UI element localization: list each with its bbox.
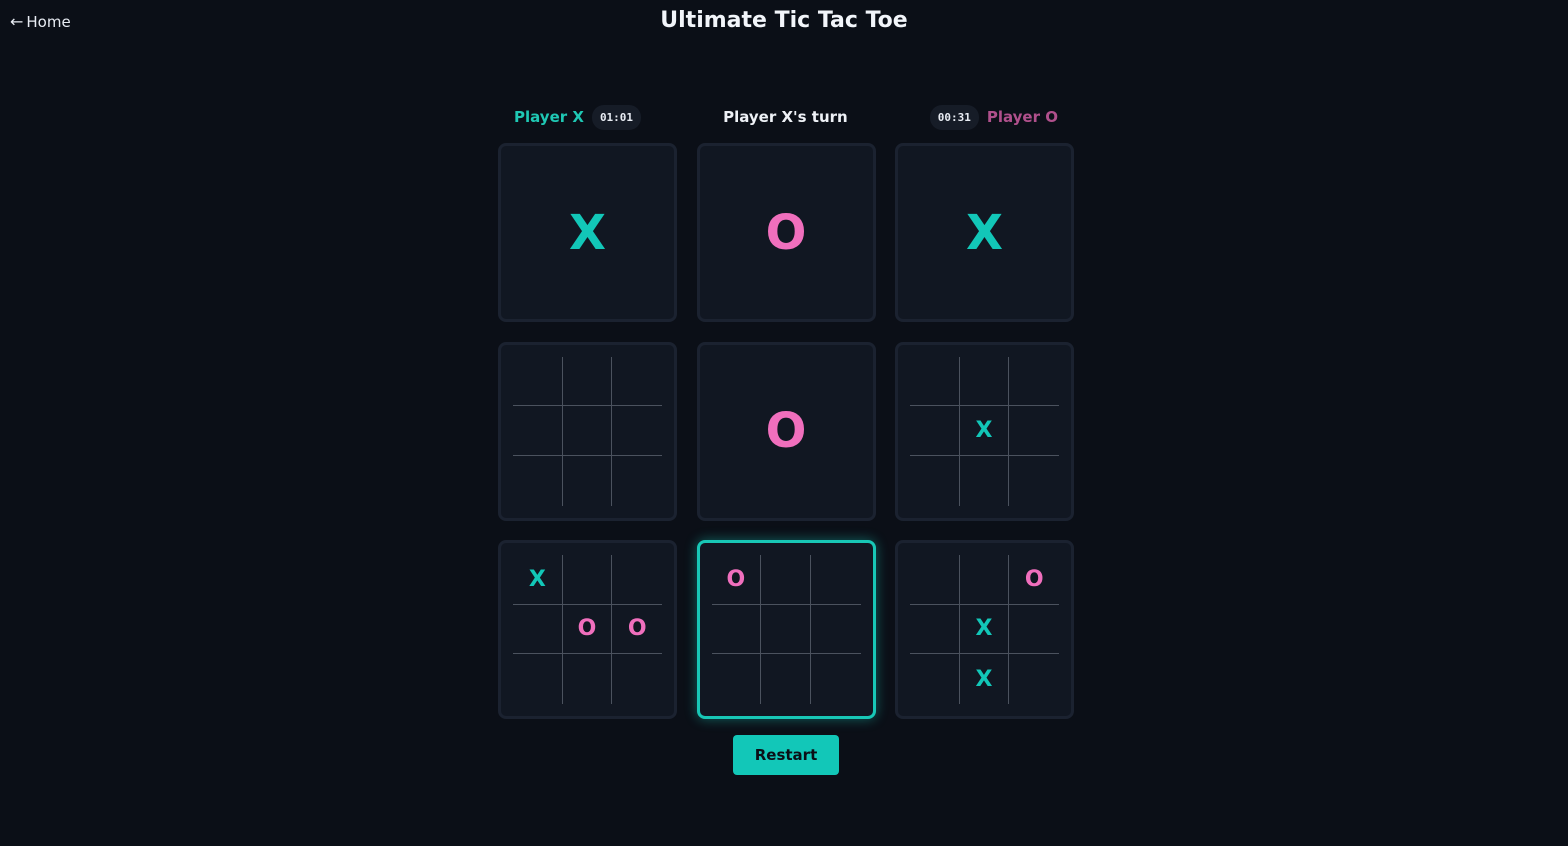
player-o-timer: 00:31 (929, 104, 979, 130)
board-cell[interactable] (711, 604, 762, 655)
board-cell[interactable] (562, 555, 613, 605)
board-cell: O (711, 555, 762, 605)
board-cell[interactable] (563, 654, 613, 704)
board-cell[interactable] (910, 555, 960, 605)
mini-board-4: O (696, 341, 876, 521)
board-cell[interactable] (910, 406, 960, 456)
mini-board-0: X (498, 143, 677, 322)
board-cell[interactable] (960, 455, 1010, 506)
player-x-label: Player X (514, 108, 584, 126)
board-cell[interactable] (513, 406, 563, 456)
board-cell[interactable] (513, 654, 563, 704)
board-cell[interactable] (761, 555, 811, 605)
board-cell[interactable] (910, 455, 960, 506)
mini-board-3[interactable] (498, 341, 677, 521)
mini-board-winner: X (965, 204, 1003, 261)
board-cell[interactable] (959, 356, 1010, 407)
board-cell[interactable] (910, 654, 960, 704)
board-cell[interactable] (612, 456, 662, 506)
mini-board-6[interactable]: XOO (498, 540, 677, 719)
mini-board-grid: OXX (910, 555, 1059, 704)
board-cell: X (959, 406, 1010, 456)
board-cell[interactable] (959, 555, 1010, 605)
mini-board-winner: X (568, 204, 606, 261)
restart-button[interactable]: Restart (733, 735, 839, 775)
board-cell[interactable] (811, 654, 861, 704)
board-cell[interactable] (513, 356, 563, 407)
mini-board-grid: X (910, 356, 1059, 506)
board-cell[interactable] (810, 605, 861, 655)
mini-board-7[interactable]: O (696, 540, 876, 719)
board-cell: O (562, 604, 613, 655)
board-cell[interactable] (810, 555, 861, 605)
status-bar: Player X 01:01 Player X's turn 00:31 Pla… (500, 102, 1072, 132)
board-cell[interactable] (562, 406, 613, 456)
mini-board-5[interactable]: X (895, 341, 1074, 521)
board-cell[interactable] (612, 357, 662, 407)
board-cell[interactable] (1009, 456, 1059, 506)
player-o-label: Player O (986, 108, 1058, 126)
board-cell[interactable] (712, 654, 762, 704)
board-cell[interactable] (761, 604, 811, 655)
ultimate-board: XOXOXXOOOOXX (498, 143, 1074, 719)
mini-board-8[interactable]: OXX (895, 540, 1074, 719)
mini-board-grid: O (711, 555, 861, 704)
mini-board-grid: XOO (513, 555, 662, 704)
player-x-info: Player X 01:01 (500, 104, 642, 130)
turn-indicator: Player X's turn (723, 108, 848, 126)
board-cell[interactable] (562, 356, 613, 407)
mini-board-grid (513, 356, 662, 506)
page-title: Ultimate Tic Tac Toe (660, 8, 908, 33)
mini-board-2: X (895, 143, 1074, 322)
board-cell: O (1009, 555, 1059, 605)
board-cell[interactable] (1009, 357, 1059, 407)
board-cell: O (612, 605, 662, 655)
mini-board-winner: O (765, 403, 807, 459)
board-cell[interactable] (761, 654, 811, 704)
mini-board-1: O (696, 143, 876, 322)
board-cell[interactable] (612, 406, 662, 456)
board-cell[interactable] (1009, 605, 1059, 655)
board-cell[interactable] (513, 604, 563, 655)
player-x-timer: 01:01 (591, 104, 642, 130)
board-cell[interactable] (612, 555, 662, 605)
board-cell: X (513, 555, 563, 605)
board-cell: X (959, 604, 1010, 655)
board-cell: X (960, 654, 1010, 704)
board-cell[interactable] (910, 604, 960, 655)
board-cell[interactable] (910, 356, 960, 407)
game-page: ← Home Ultimate Tic Tac Toe Player X 01:… (0, 0, 1568, 846)
player-o-info: 00:31 Player O (929, 104, 1072, 130)
board-cell[interactable] (1009, 654, 1059, 704)
board-cell[interactable] (612, 654, 662, 704)
board-cell[interactable] (563, 455, 613, 506)
mini-board-winner: O (765, 204, 807, 261)
board-cell[interactable] (1009, 406, 1059, 456)
board-cell[interactable] (513, 455, 563, 506)
